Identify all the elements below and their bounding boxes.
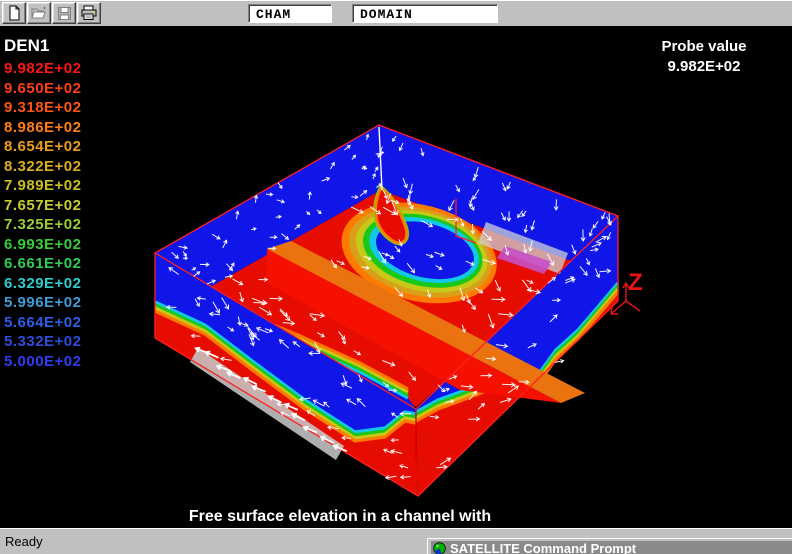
legend-variable-name: DEN1 — [4, 36, 82, 56]
status-message: Ready — [5, 534, 43, 549]
legend-entry: 7.657E+02 — [4, 196, 82, 216]
legend-entry: 9.650E+02 — [4, 79, 82, 99]
legend-entry: 5.332E+02 — [4, 332, 82, 352]
legend-entry: 5.000E+02 — [4, 352, 82, 372]
application-window: DEN1 9.982E+029.650E+029.318E+028.986E+0… — [0, 0, 792, 554]
open-folder-icon — [31, 5, 48, 21]
probe-value: 9.982E+02 — [624, 57, 784, 77]
probe-label: Probe value — [624, 37, 784, 57]
save-floppy-icon — [57, 6, 72, 21]
legend-values: 9.982E+029.650E+029.318E+028.986E+028.65… — [4, 59, 82, 371]
status-bar: Ready SATELLITE Command Prompt — [0, 528, 792, 554]
open-file-button[interactable] — [27, 2, 51, 24]
save-file-button[interactable] — [52, 2, 76, 24]
domain-field-wrap — [352, 4, 498, 23]
printer-icon — [80, 5, 98, 21]
legend-entry: 5.996E+02 — [4, 293, 82, 313]
cham-field-wrap — [248, 4, 332, 23]
legend-entry: 8.322E+02 — [4, 157, 82, 177]
legend-entry: 7.325E+02 — [4, 215, 82, 235]
3d-scene[interactable]: Z — [0, 26, 792, 528]
graphics-viewport[interactable]: DEN1 9.982E+029.650E+029.318E+028.986E+0… — [0, 26, 792, 528]
probe-readout: Probe value 9.982E+02 — [624, 37, 784, 77]
domain-input[interactable] — [360, 6, 497, 22]
axis-z-label: Z — [628, 269, 643, 296]
background-window-fragment[interactable]: SATELLITE Command Prompt — [427, 538, 792, 554]
legend-entry: 8.654E+02 — [4, 137, 82, 157]
legend-entry: 9.982E+02 — [4, 59, 82, 79]
background-window-titlebar[interactable]: SATELLITE Command Prompt — [431, 541, 792, 554]
legend-entry: 6.993E+02 — [4, 235, 82, 255]
new-file-icon — [6, 5, 22, 21]
contour-legend: DEN1 9.982E+029.650E+029.318E+028.986E+0… — [4, 36, 82, 371]
background-window-title: SATELLITE Command Prompt — [450, 541, 636, 554]
print-button[interactable] — [77, 2, 101, 24]
legend-entry: 8.986E+02 — [4, 118, 82, 138]
plot-caption: Free surface elevation in a channel with — [0, 508, 680, 526]
toolbar — [0, 0, 792, 26]
legend-entry: 6.329E+02 — [4, 274, 82, 294]
legend-entry: 5.664E+02 — [4, 313, 82, 333]
new-file-button[interactable] — [2, 2, 26, 24]
legend-entry: 6.661E+02 — [4, 254, 82, 274]
legend-entry: 9.318E+02 — [4, 98, 82, 118]
legend-entry: 7.989E+02 — [4, 176, 82, 196]
cham-input[interactable] — [256, 6, 331, 22]
satellite-app-icon — [433, 542, 446, 554]
